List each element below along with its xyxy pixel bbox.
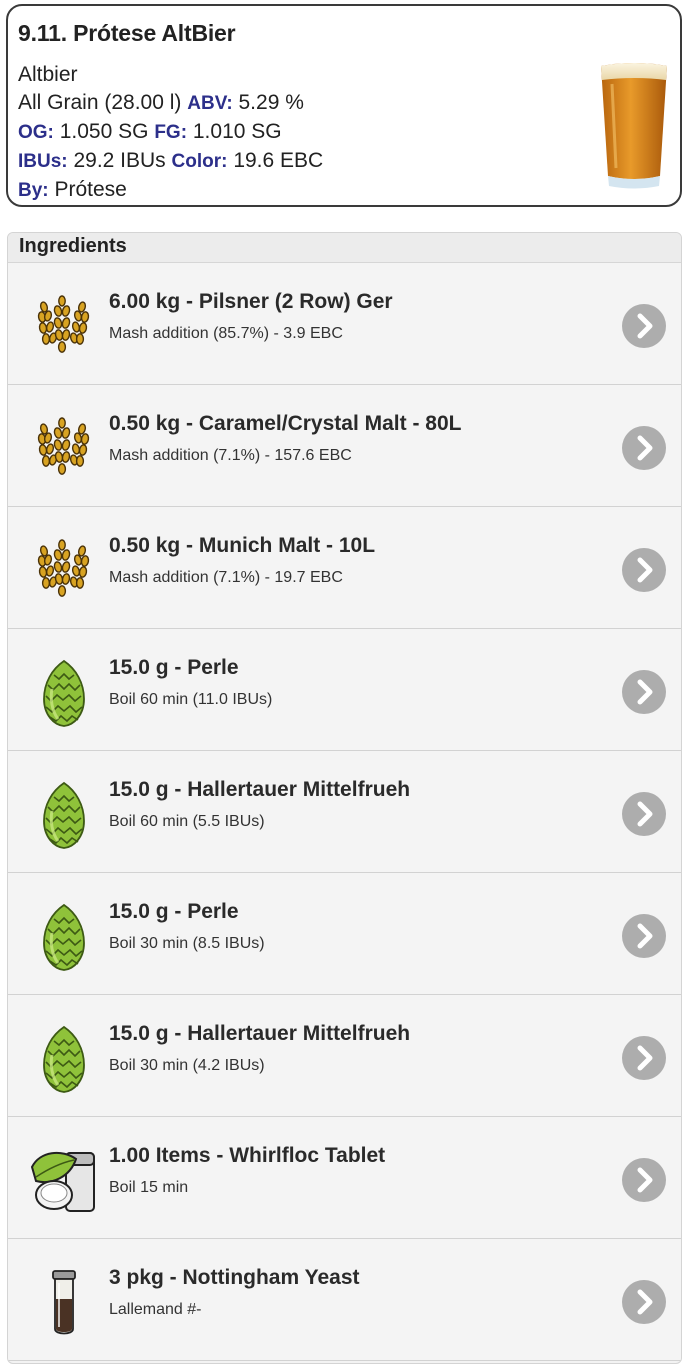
ingredient-details: Lallemand #- [109,1301,202,1318]
ingredient-name: 15.0 g - Hallertauer Mittelfrueh [109,1022,411,1045]
ingredient-details: Boil 30 min (8.5 IBUs) [109,935,265,952]
ibu-label: IBUs: [18,151,68,172]
ingredient-name: 0.50 kg - Caramel/Crystal Malt - 80L [109,412,462,435]
abv-value: 5.29 % [238,91,304,114]
chevron-right-icon[interactable] [622,914,666,958]
color-value: 19.6 EBC [233,149,324,172]
ingredient-row[interactable]: 15.0 g - Hallertauer Mittelfrueh Boil 30 … [8,995,681,1117]
grain-icon [30,293,98,361]
ingredient-details: Boil 15 min [109,1179,189,1196]
ingredient-details: Boil 60 min (11.0 IBUs) [109,691,273,708]
chevron-right-icon[interactable] [622,426,666,470]
recipe-title: 9.11. Prótese AltBier [18,20,236,46]
ingredients-header: Ingredients [8,233,681,263]
recipe-style: Altbier [18,63,78,86]
chevron-right-icon[interactable] [622,670,666,714]
ingredient-name: 1.00 Items - Whirlfloc Tablet [109,1144,386,1167]
ingredient-name: 3 pkg - Nottingham Yeast [109,1266,360,1289]
abv-label: ABV: [187,93,233,114]
fg-value: 1.010 SG [192,120,282,143]
misc-icon [30,1147,98,1215]
chevron-right-icon[interactable] [622,1280,666,1324]
ingredient-details: Mash addition (7.1%) - 157.6 EBC [109,447,352,464]
ingredient-name: 6.00 kg - Pilsner (2 Row) Ger [109,290,393,313]
beer-glass-icon [601,63,667,189]
ingredient-row[interactable]: 6.00 kg - Pilsner (2 Row) Ger Mash additi… [8,263,681,385]
recipe-type-volume: All Grain (28.00 l) [18,91,182,114]
hop-icon [30,1025,98,1093]
recipe-type-abv-line: All Grain (28.00 l) ABV: 5.29 % [18,89,670,118]
ingredient-details: Mash addition (7.1%) - 19.7 EBC [109,569,343,586]
ingredient-details: Boil 30 min (4.2 IBUs) [109,1057,265,1074]
hop-icon [30,659,98,727]
color-label: Color: [171,151,228,172]
recipe-author-line: By: Prótese [18,176,670,205]
ingredient-row[interactable]: 15.0 g - Hallertauer Mittelfrueh Boil 60 … [8,751,681,873]
ingredient-row[interactable]: 3 pkg - Nottingham Yeast Lallemand #- [8,1239,681,1361]
ingredient-name: 0.50 kg - Munich Malt - 10L [109,534,376,557]
chevron-right-icon[interactable] [622,304,666,348]
ingredient-name: 15.0 g - Perle [109,900,239,923]
chevron-right-icon[interactable] [622,548,666,592]
chevron-right-icon[interactable] [622,1158,666,1202]
grain-icon [30,537,98,605]
by-value: Prótese [54,178,127,201]
ingredient-details: Boil 60 min (5.5 IBUs) [109,813,265,830]
ingredient-details: Mash addition (85.7%) - 3.9 EBC [109,325,343,342]
ingredient-row[interactable]: 0.50 kg - Munich Malt - 10L Mash addition… [8,507,681,629]
chevron-right-icon[interactable] [622,1036,666,1080]
hop-icon [30,903,98,971]
ingredient-row[interactable]: 0.50 kg - Caramel/Crystal Malt - 80L Mash… [8,385,681,507]
recipe-ibu-color-line: IBUs: 29.2 IBUs Color: 19.6 EBC [18,147,670,176]
hop-icon [30,781,98,849]
ingredient-name: 15.0 g - Perle [109,656,239,679]
ingredients-panel: Ingredients 6.00 kg - Pilsner (2 Row) Ge… [7,232,682,1364]
recipe-gravity-line: OG: 1.050 SG FG: 1.010 SG [18,118,670,147]
by-label: By: [18,180,49,201]
fg-label: FG: [154,122,188,143]
og-value: 1.050 SG [59,120,149,143]
ingredient-row[interactable]: 1.00 Items - Whirlfloc Tablet Boil 15 min [8,1117,681,1239]
ingredient-row[interactable]: 15.0 g - Perle Boil 30 min (8.5 IBUs) [8,873,681,995]
recipe-summary-card: 9.11. Prótese AltBier Altbier All Grain … [6,4,682,207]
ibu-value: 29.2 IBUs [73,149,166,172]
grain-icon [30,415,98,483]
ingredient-name: 15.0 g - Hallertauer Mittelfrueh [109,778,411,801]
chevron-right-icon[interactable] [622,792,666,836]
og-label: OG: [18,122,54,143]
yeast-icon [30,1269,98,1337]
ingredient-row[interactable]: 15.0 g - Perle Boil 60 min (11.0 IBUs) [8,629,681,751]
